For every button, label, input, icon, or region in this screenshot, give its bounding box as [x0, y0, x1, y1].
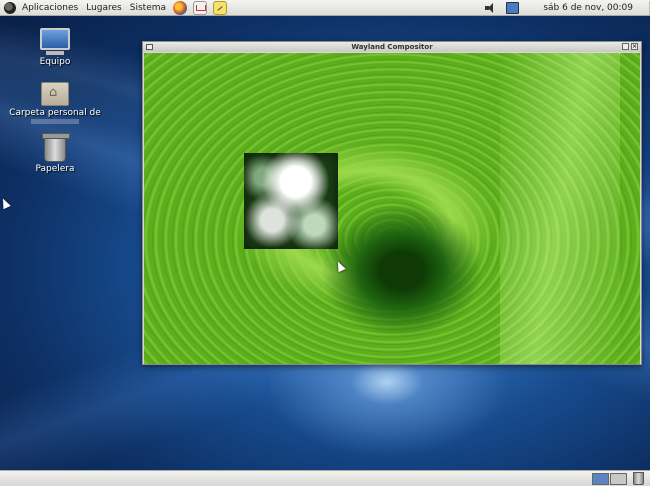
maximize-icon[interactable]: [622, 43, 629, 50]
clock[interactable]: sáb 6 de nov, 00:09: [527, 3, 645, 13]
panel-tray: sáb 6 de nov, 00:09: [478, 0, 650, 16]
mouse-pointer-icon: [0, 196, 11, 210]
close-icon[interactable]: ×: [631, 43, 638, 50]
compositor-surface[interactable]: [144, 53, 640, 364]
computer-icon: [40, 28, 70, 50]
mail-icon[interactable]: [193, 0, 208, 15]
volume-icon[interactable]: [484, 2, 496, 14]
menu-lugares[interactable]: Lugares: [82, 0, 126, 16]
window-titlebar[interactable]: Wayland Compositor ×: [143, 42, 641, 52]
desktop-icon-equipo[interactable]: Equipo: [5, 28, 105, 67]
panel-trash-icon[interactable]: [633, 472, 644, 485]
desktop-icon-label: Carpeta personal de: [9, 108, 101, 118]
compositor-pointer-icon: [334, 259, 346, 273]
desktop-light-burst: [270, 360, 530, 470]
window-controls: ×: [622, 43, 638, 50]
menu-sistema[interactable]: Sistema: [126, 0, 170, 16]
workspace-2-button[interactable]: [610, 473, 627, 485]
bottom-panel: [0, 470, 650, 486]
label-overflow-fade: [31, 119, 79, 124]
notes-icon[interactable]: [213, 0, 228, 15]
menu-aplicaciones[interactable]: Aplicaciones: [18, 0, 82, 16]
desktop-icon-label: Equipo: [39, 57, 71, 67]
network-icon[interactable]: [506, 1, 520, 14]
gnome-foot-icon[interactable]: [4, 1, 16, 14]
desktop-icon-label: Papelera: [35, 164, 75, 174]
top-panel: Aplicaciones Lugares Sistema sáb 6 de no…: [0, 0, 650, 16]
workspace-1-button[interactable]: [592, 473, 609, 485]
window-title: Wayland Compositor: [351, 43, 433, 51]
desktop-icon-papelera[interactable]: Papelera: [5, 133, 105, 174]
computer-icon-base: [46, 51, 64, 55]
window-menu-icon[interactable]: [146, 44, 153, 50]
desktop-icon-home[interactable]: Carpeta personal de: [5, 82, 105, 124]
wayland-compositor-window[interactable]: Wayland Compositor ×: [142, 41, 642, 365]
home-folder-icon: [41, 82, 69, 106]
smoke-client-surface[interactable]: [244, 153, 338, 249]
firefox-icon[interactable]: [173, 0, 188, 15]
trash-icon: [42, 133, 70, 162]
